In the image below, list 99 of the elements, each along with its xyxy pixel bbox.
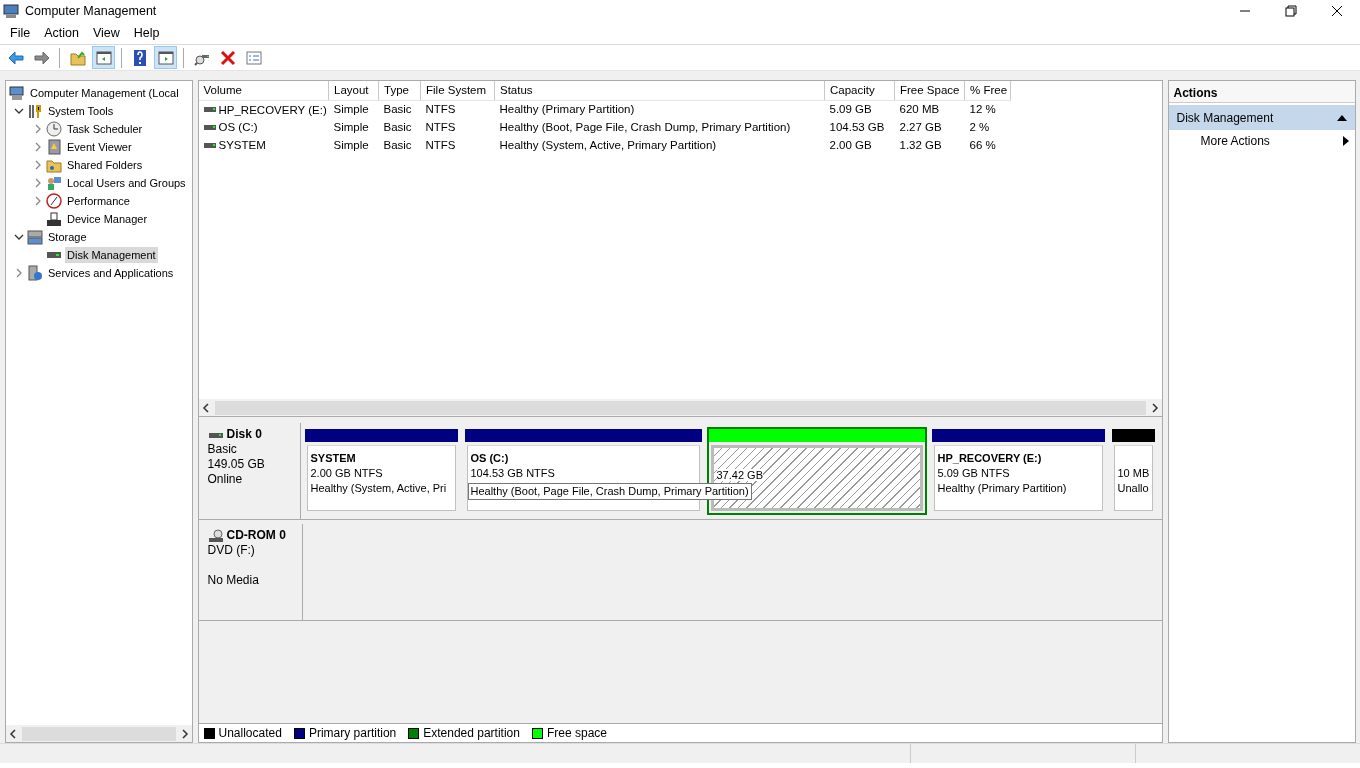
table-cell: 12 % (969, 103, 996, 116)
tree-item[interactable]: Shared Folders (65, 156, 145, 174)
tree-item[interactable]: Event Viewer (65, 138, 134, 156)
table-cell: 66 % (969, 138, 996, 151)
disk-name: Disk 0 (226, 427, 262, 442)
partition-status: Unallo (1117, 481, 1149, 496)
storage-icon (27, 229, 43, 245)
legend-label: Unallocated (218, 725, 282, 742)
tree-item[interactable]: Performance (65, 192, 132, 210)
table-cell-text: SYSTEM (218, 137, 266, 153)
menu-item[interactable]: Help (126, 21, 167, 45)
table-cell: Simple (333, 121, 369, 134)
menu-item[interactable]: View (85, 21, 127, 45)
drive-icon (203, 124, 216, 131)
partition-size: 37.42 GB (716, 469, 763, 481)
legend-label: Free space (546, 725, 607, 742)
disk-status: Online (207, 472, 244, 487)
table-cell-text: OS (C:) (218, 120, 258, 136)
scrollbar-thumb[interactable] (22, 726, 176, 741)
disk-size: 149.05 GB (207, 457, 266, 472)
submenu-arrow-icon (1343, 136, 1349, 146)
close-icon[interactable] (1329, 3, 1345, 19)
disk-status: No Media (207, 573, 260, 588)
legend-label: Extended partition (423, 725, 520, 742)
partition-name: OS (C:) (470, 451, 510, 466)
tree-item[interactable]: Disk Management (65, 246, 158, 264)
column-header[interactable]: Free Space (894, 81, 965, 101)
drive-icon (203, 142, 216, 149)
column-header[interactable]: Status (494, 81, 825, 101)
partition-name: HP_RECOVERY (E:) (937, 451, 1043, 466)
menu-item[interactable]: File (3, 21, 38, 45)
table-cell: NTFS (425, 103, 456, 116)
table-cell: Basic (383, 121, 412, 134)
table-cell: 2.27 GB (899, 121, 942, 134)
tree-item[interactable]: Device Manager (65, 210, 150, 228)
column-header[interactable]: File System (420, 81, 495, 101)
scrollbar-thumb[interactable] (214, 400, 1146, 415)
table-cell: Basic (383, 103, 412, 116)
partition-size: 104.53 GB NTFS (470, 467, 555, 479)
column-header[interactable]: Type (378, 81, 421, 101)
gauge-icon (46, 193, 62, 209)
table-cell: Simple (333, 138, 369, 151)
partition-color-bar (1111, 429, 1155, 442)
actions-header: Actions (1168, 81, 1355, 103)
restore-icon[interactable] (1283, 3, 1299, 19)
table-cell: NTFS (425, 121, 456, 134)
disk-type: Basic (207, 442, 238, 457)
column-header[interactable]: % Free (964, 81, 1010, 101)
table-cell: 620 MB (899, 103, 940, 116)
tooltip: Healthy (Boot, Page File, Crash Dump, Primary Partition) (467, 483, 752, 500)
table-cell-text: HP_RECOVERY (E:) (218, 102, 327, 118)
device-icon (46, 211, 62, 227)
log-book-icon (46, 139, 62, 155)
app-icon (3, 3, 19, 19)
table-cell: 2.00 GB (829, 138, 872, 151)
disk-name: CD-ROM 0 (226, 528, 286, 543)
action-item[interactable]: More Actions (1168, 130, 1355, 152)
legend-label: Primary partition (308, 725, 397, 742)
table-cell: 2 % (969, 121, 990, 134)
partition-size: 10 MB (1117, 467, 1150, 479)
actions-section-header[interactable]: Disk Management (1168, 105, 1355, 130)
partition-status: Healthy (Primary Partition) (937, 481, 1068, 496)
window-pane-icon[interactable] (92, 46, 115, 69)
collapse-triangle-icon[interactable] (1337, 113, 1347, 122)
drive-icon (203, 107, 216, 114)
menu-item[interactable]: Action (37, 21, 86, 45)
partition-name: SYSTEM (310, 451, 357, 466)
tree-item[interactable]: Task Scheduler (65, 120, 145, 138)
partition-status: Healthy (System, Active, Pri (310, 481, 448, 496)
column-header[interactable]: Capacity (824, 81, 895, 101)
tree-item[interactable]: Local Users and Groups (65, 174, 188, 192)
column-header[interactable]: Volume (198, 81, 329, 101)
table-cell: 5.09 GB (829, 103, 872, 116)
partition-size: 2.00 GB NTFS (310, 467, 383, 479)
table-cell: Healthy (Boot, Page File, Crash Dump, Primary Partition) (499, 121, 791, 134)
clock-icon (46, 121, 62, 137)
tree-item[interactable]: Computer Management (Local (28, 84, 181, 102)
table-cell: NTFS (425, 138, 456, 151)
cd-drive-icon (207, 528, 224, 543)
table-cell: Healthy (System, Active, Primary Partition) (499, 138, 717, 151)
table-cell: Healthy (Primary Partition) (499, 103, 635, 116)
users-icon (46, 175, 62, 191)
table-cell: 104.53 GB (829, 121, 885, 134)
table-cell: Basic (383, 138, 412, 151)
tools-icon (27, 103, 43, 119)
computer-icon (9, 85, 25, 101)
disk-drive-icon (207, 430, 224, 439)
table-cell: Simple (333, 103, 369, 116)
window-title: Computer Management (25, 2, 158, 20)
tree-item[interactable]: Services and Applications (46, 264, 176, 282)
disk-type: DVD (F:) (207, 543, 256, 558)
tree-item[interactable]: System Tools (46, 102, 116, 120)
partition-size: 5.09 GB NTFS (937, 467, 1010, 479)
server-gear-icon (27, 265, 43, 281)
column-header[interactable]: Layout (328, 81, 379, 101)
tree-item[interactable]: Storage (46, 228, 89, 246)
shared-folder-icon (46, 157, 62, 173)
table-cell: 1.32 GB (899, 138, 942, 151)
window-pane-icon[interactable] (154, 46, 177, 69)
